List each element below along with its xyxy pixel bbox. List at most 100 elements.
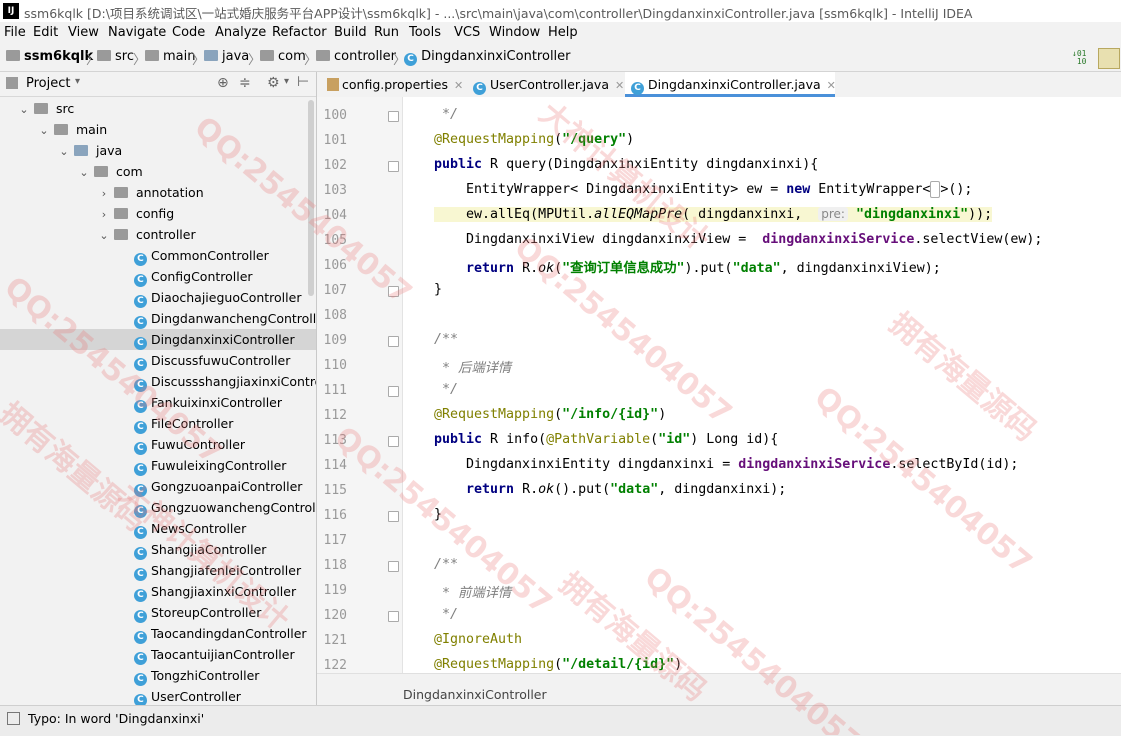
tree-item[interactable]: C TaocandingdanController	[0, 623, 316, 644]
tree-item[interactable]: › annotation	[0, 182, 316, 203]
tree-item[interactable]: C ShangjiaController	[0, 539, 316, 560]
menu-navigate[interactable]: Navigate	[108, 25, 166, 40]
tree-item[interactable]: C DingdanxinxiController	[0, 329, 316, 350]
code-line[interactable]: return R.ok().put("data", dingdanxinxi);	[434, 482, 786, 497]
locate-icon[interactable]: ⊕	[217, 75, 229, 91]
code-line[interactable]: * 前端详情	[434, 582, 511, 601]
tree-item[interactable]: C NewsController	[0, 518, 316, 539]
menu-vcs[interactable]: VCS	[454, 25, 480, 40]
code-line[interactable]: EntityWrapper< DingdanxinxiEntity> ew = …	[434, 181, 972, 198]
tree-item[interactable]: C FileController	[0, 413, 316, 434]
editor-breadcrumb[interactable]: DingdanxinxiController	[403, 687, 547, 702]
code-line[interactable]: ew.allEq(MPUtil.allEQMapPre( dingdanxinx…	[434, 207, 993, 222]
code-line[interactable]: @IgnoreAuth	[434, 632, 522, 647]
chevron-right-icon[interactable]: ›	[98, 183, 110, 204]
chevron-down-icon[interactable]: ⌄	[38, 120, 50, 141]
code-line[interactable]: return R.ok("查询订单信息成功").put("data", ding…	[434, 257, 941, 276]
tree-item[interactable]: C DingdanwanchengControlle	[0, 308, 316, 329]
crumb-java[interactable]: java	[204, 49, 249, 64]
menu-run[interactable]: Run	[374, 25, 399, 40]
tree-item[interactable]: C FuwuController	[0, 434, 316, 455]
code-line[interactable]: @RequestMapping("/detail/{id}")	[434, 657, 682, 672]
crumb-com[interactable]: com	[260, 49, 306, 64]
menu-build[interactable]: Build	[334, 25, 367, 40]
build-project-icon[interactable]	[1098, 48, 1120, 69]
fold-marker[interactable]	[388, 386, 399, 397]
gear-icon[interactable]: ⚙	[267, 75, 280, 91]
tree-item[interactable]: C CommonController	[0, 245, 316, 266]
chevron-down-icon[interactable]: ⌄	[98, 225, 110, 246]
menu-file[interactable]: File	[4, 25, 26, 40]
code-line[interactable]: */	[434, 382, 458, 397]
fold-marker[interactable]	[388, 611, 399, 622]
fold-marker[interactable]	[388, 511, 399, 522]
tree-item[interactable]: C DiscussfuwuController	[0, 350, 316, 371]
tree-item[interactable]: C GongzuowanchengControlle	[0, 497, 316, 518]
tree-item[interactable]: ⌄ controller	[0, 224, 316, 245]
code-line[interactable]: @RequestMapping("/info/{id}")	[434, 407, 666, 422]
menu-window[interactable]: Window	[489, 25, 540, 40]
chevron-down-icon[interactable]: ⌄	[78, 162, 90, 183]
tree-item[interactable]: › config	[0, 203, 316, 224]
crumb-main[interactable]: main	[145, 49, 195, 64]
collapse-all-icon[interactable]: ≑	[239, 75, 251, 91]
close-icon[interactable]: ✕	[615, 79, 624, 92]
fold-marker[interactable]	[388, 436, 399, 447]
tree-item[interactable]: C ShangjiafenleiController	[0, 560, 316, 581]
menu-analyze[interactable]: Analyze	[215, 25, 266, 40]
crumb-src[interactable]: src	[97, 49, 134, 64]
chevron-right-icon[interactable]: ›	[98, 204, 110, 225]
project-tree-scrollbar[interactable]	[308, 100, 314, 296]
fold-marker[interactable]	[388, 336, 399, 347]
tree-item[interactable]: C ConfigController	[0, 266, 316, 287]
tree-item[interactable]: C DiaochajieguoController	[0, 287, 316, 308]
tree-item[interactable]: ⌄ src	[0, 98, 316, 119]
tool-window-toggle-icon[interactable]	[7, 712, 20, 725]
chevron-down-icon[interactable]: ▾	[284, 76, 289, 87]
tree-item[interactable]: C FuwuleixingController	[0, 455, 316, 476]
code-line[interactable]: @RequestMapping("/query")	[434, 132, 634, 147]
menu-tools[interactable]: Tools	[409, 25, 441, 40]
crumb-controller[interactable]: controller	[316, 49, 396, 64]
chevron-down-icon[interactable]: ▾	[75, 76, 80, 87]
hide-panel-icon[interactable]: ⊢	[297, 74, 309, 90]
tab-user-controller[interactable]: C UserController.java ✕	[467, 72, 629, 97]
menu-code[interactable]: Code	[172, 25, 205, 40]
code-line[interactable]: }	[434, 507, 442, 522]
tree-item[interactable]: C UserController	[0, 686, 316, 705]
fold-marker[interactable]	[388, 111, 399, 122]
fold-marker[interactable]	[388, 286, 399, 297]
tree-item[interactable]: C FankuixinxiController	[0, 392, 316, 413]
fold-marker[interactable]	[388, 561, 399, 572]
project-view-selector[interactable]: Project	[26, 76, 70, 91]
close-icon[interactable]: ✕	[454, 79, 463, 92]
tree-item[interactable]: ⌄ main	[0, 119, 316, 140]
code-line[interactable]: public R query(DingdanxinxiEntity dingda…	[434, 157, 818, 172]
tree-item[interactable]: C TongzhiController	[0, 665, 316, 686]
code-line[interactable]: /**	[434, 332, 458, 347]
tree-item[interactable]: C StoreupController	[0, 602, 316, 623]
fold-marker[interactable]	[388, 161, 399, 172]
close-icon[interactable]: ✕	[827, 79, 836, 92]
tree-item[interactable]: C GongzuoanpaiController	[0, 476, 316, 497]
menu-edit[interactable]: Edit	[33, 25, 58, 40]
tree-item[interactable]: C ShangjiaxinxiController	[0, 581, 316, 602]
menu-help[interactable]: Help	[548, 25, 578, 40]
code-line[interactable]: }	[434, 282, 442, 297]
crumb-class[interactable]: C DingdanxinxiController	[404, 49, 571, 66]
tree-item[interactable]: ⌄ com	[0, 161, 316, 182]
tree-item[interactable]: ⌄ java	[0, 140, 316, 161]
code-line[interactable]: public R info(@PathVariable("id") Long i…	[434, 432, 778, 447]
menu-view[interactable]: View	[68, 25, 99, 40]
code-line[interactable]: */	[434, 607, 458, 622]
tree-item[interactable]: C TaocantuijianController	[0, 644, 316, 665]
chevron-down-icon[interactable]: ⌄	[58, 141, 70, 162]
code-line[interactable]: */	[434, 107, 458, 122]
code-line[interactable]: DingdanxinxiView dingdanxinxiView = ding…	[434, 232, 1042, 247]
tree-item[interactable]: C DiscussshangjiaxinxiControl	[0, 371, 316, 392]
sort-icon[interactable]: ↓01 10	[1072, 50, 1090, 66]
code-line[interactable]: * 后端详情	[434, 357, 511, 376]
crumb-project[interactable]: ssm6kqlk	[6, 49, 93, 64]
code-line[interactable]: /**	[434, 557, 458, 572]
tab-config-properties[interactable]: config.properties ✕	[321, 72, 465, 97]
